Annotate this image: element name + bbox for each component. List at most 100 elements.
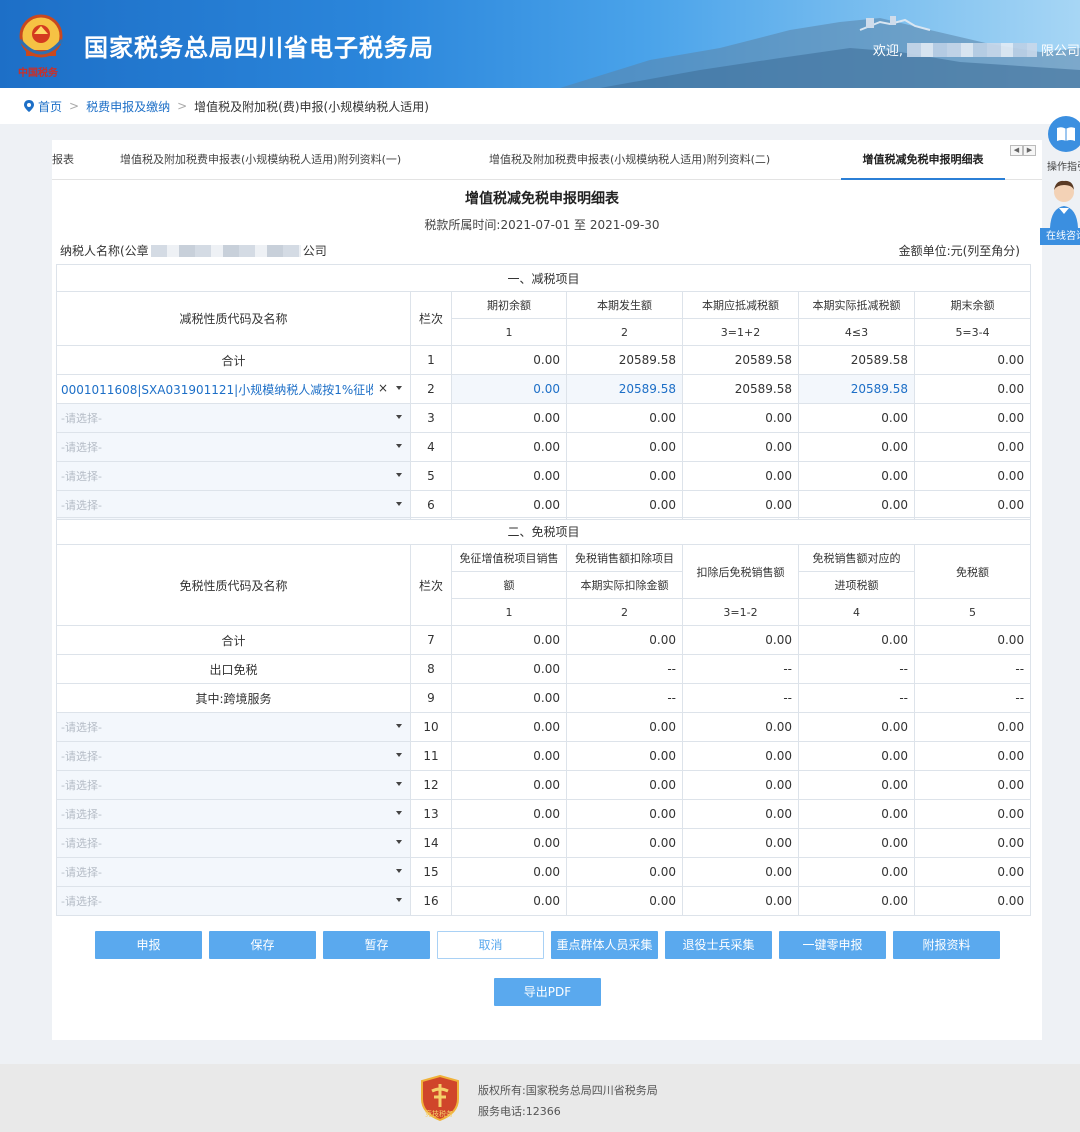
code-select[interactable]: -请选择- <box>56 741 411 771</box>
dropdown-arrow-icon[interactable] <box>396 415 402 419</box>
select-placeholder: -请选择- <box>61 499 102 512</box>
amount-cell: 0.00 <box>566 886 683 916</box>
cancel-button[interactable]: 取消 <box>437 931 544 959</box>
amount-cell: 0.00 <box>451 799 567 829</box>
code-select[interactable]: -请选择- <box>56 432 411 462</box>
zero-declare-button[interactable]: 一键零申报 <box>779 931 886 959</box>
dropdown-arrow-icon[interactable] <box>396 502 402 506</box>
code-select[interactable]: -请选择- <box>56 461 411 491</box>
site-title: 国家税务总局四川省电子税务局 <box>84 34 434 62</box>
breadcrumb-declare-link[interactable]: 税费申报及缴纳 <box>86 98 170 115</box>
breadcrumb-home-link[interactable]: 首页 <box>38 98 62 115</box>
save-button[interactable]: 保存 <box>209 931 316 959</box>
export-pdf-button[interactable]: 导出PDF <box>494 978 601 1006</box>
amount-cell: -- <box>798 654 915 684</box>
line-number: 16 <box>410 886 452 916</box>
column-number: 2 <box>566 598 683 626</box>
line-number: 10 <box>410 712 452 742</box>
select-placeholder: -请选择- <box>61 441 102 454</box>
amount-cell: 0.00 <box>682 770 799 800</box>
dropdown-arrow-icon[interactable] <box>396 444 402 448</box>
table-row: -请选择- 3 0.00 0.00 0.00 0.00 0.00 <box>56 403 1032 433</box>
amount-cell: 0.00 <box>913 857 1032 887</box>
tab-scroll-right-icon[interactable]: ▶ <box>1023 145 1036 156</box>
operation-guide-widget[interactable]: 操作指引 <box>1044 114 1080 173</box>
amount-cell: 0.00 <box>913 461 1032 491</box>
column-header: 免税销售额对应的 <box>798 544 915 572</box>
code-select[interactable]: -请选择- <box>56 770 411 800</box>
amount-cell: 0.00 <box>682 799 799 829</box>
code-select[interactable]: -请选择- <box>56 828 411 858</box>
code-select[interactable]: -请选择- <box>56 799 411 829</box>
tab-reduction-detail[interactable]: 增值税减免税申报明细表 <box>841 140 1005 180</box>
amount-input[interactable]: 20589.58 <box>798 374 915 404</box>
declare-button[interactable]: 申报 <box>95 931 202 959</box>
table-row: 合计 7 0.00 0.00 0.00 0.00 0.00 <box>56 625 1032 655</box>
column-header: 扣除后免税销售额 <box>682 544 799 599</box>
amount-cell: 0.00 <box>913 799 1032 829</box>
column-number: 1 <box>451 598 567 626</box>
amount-cell: -- <box>682 654 799 684</box>
tab-main-report[interactable]: 报表 <box>52 140 74 180</box>
tab-scroll-left-icon[interactable]: ◀ <box>1010 145 1023 156</box>
guide-label[interactable]: 操作指引 <box>1047 158 1080 173</box>
temp-save-button[interactable]: 暂存 <box>323 931 430 959</box>
key-group-collect-button[interactable]: 重点群体人员采集 <box>551 931 658 959</box>
row-label: 合计 <box>56 625 411 655</box>
dropdown-arrow-icon[interactable] <box>396 869 402 873</box>
column-number: 5=3-4 <box>913 318 1032 346</box>
table-row: -请选择- 15 0.00 0.00 0.00 0.00 0.00 <box>56 857 1032 887</box>
tab-attachment-1[interactable]: 增值税及附加税费申报表(小规模纳税人适用)附列资料(一) <box>120 140 401 180</box>
amount-cell: 0.00 <box>451 432 567 462</box>
masked-company-name <box>906 42 1037 57</box>
breadcrumb-separator: > <box>69 99 80 113</box>
code-select[interactable]: -请选择- <box>56 886 411 916</box>
attachments-button[interactable]: 附报资料 <box>893 931 1000 959</box>
amount-cell: 0.00 <box>451 403 567 433</box>
code-select[interactable]: -请选择- <box>56 490 411 520</box>
dropdown-arrow-icon[interactable] <box>396 724 402 728</box>
dropdown-arrow-icon[interactable] <box>396 811 402 815</box>
amount-input[interactable]: 20589.58 <box>566 374 683 404</box>
amount-cell: 0.00 <box>566 857 683 887</box>
amount-cell: 0.00 <box>451 625 567 655</box>
amount-cell: 0.00 <box>682 625 799 655</box>
dropdown-arrow-icon[interactable] <box>396 386 402 390</box>
amount-cell: 0.00 <box>451 828 567 858</box>
clear-selection-icon[interactable]: × <box>378 381 388 395</box>
line-number: 5 <box>410 461 452 491</box>
line-number: 2 <box>410 374 452 404</box>
amount-cell: 0.00 <box>798 625 915 655</box>
select-placeholder: -请选择- <box>61 895 102 908</box>
table-row: -请选择- 14 0.00 0.00 0.00 0.00 0.00 <box>56 828 1032 858</box>
dropdown-arrow-icon[interactable] <box>396 782 402 786</box>
amount-cell: 0.00 <box>798 828 915 858</box>
amount-cell: 0.00 <box>798 461 915 491</box>
veteran-collect-button[interactable]: 退役士兵采集 <box>665 931 772 959</box>
reduction-code-select[interactable]: 0001011608|SXA031901121|小规模纳税人减按1%征收率征收增… <box>56 374 411 404</box>
amount-cell: -- <box>682 683 799 713</box>
column-header: 进项税额 <box>798 571 915 599</box>
taxpayer-suffix: 公司 <box>302 244 327 258</box>
amount-cell: 0.00 <box>451 683 567 713</box>
dropdown-arrow-icon[interactable] <box>396 898 402 902</box>
reduction-empty-rows: -请选择- 3 0.00 0.00 0.00 0.00 0.00 -请选择- 4 0.00 0.00… <box>56 403 1032 520</box>
consult-label[interactable]: 在线咨询 <box>1040 228 1080 245</box>
line-number: 11 <box>410 741 452 771</box>
tab-attachment-2[interactable]: 增值税及附加税费申报表(小规模纳税人适用)附列资料(二) <box>489 140 770 180</box>
select-placeholder: -请选择- <box>61 779 102 792</box>
amount-input[interactable]: 0.00 <box>451 374 567 404</box>
exemption-table: 二、免税项目 免税性质代码及名称 栏次 免征增值税项目销售 免税销售额扣除项目 … <box>55 517 1032 916</box>
location-pin-icon <box>24 100 34 112</box>
code-select[interactable]: -请选择- <box>56 712 411 742</box>
dropdown-arrow-icon[interactable] <box>396 753 402 757</box>
welcome-text: 欢迎, 限公司 <box>873 40 1080 59</box>
amount-cell: 0.00 <box>798 403 915 433</box>
code-select[interactable]: -请选择- <box>56 857 411 887</box>
online-consult-widget[interactable]: 在线咨询 <box>1040 178 1080 246</box>
dropdown-arrow-icon[interactable] <box>396 473 402 477</box>
dropdown-arrow-icon[interactable] <box>396 840 402 844</box>
amount-cell: 0.00 <box>913 374 1032 404</box>
code-select[interactable]: -请选择- <box>56 403 411 433</box>
breadcrumb-separator: > <box>177 99 188 113</box>
